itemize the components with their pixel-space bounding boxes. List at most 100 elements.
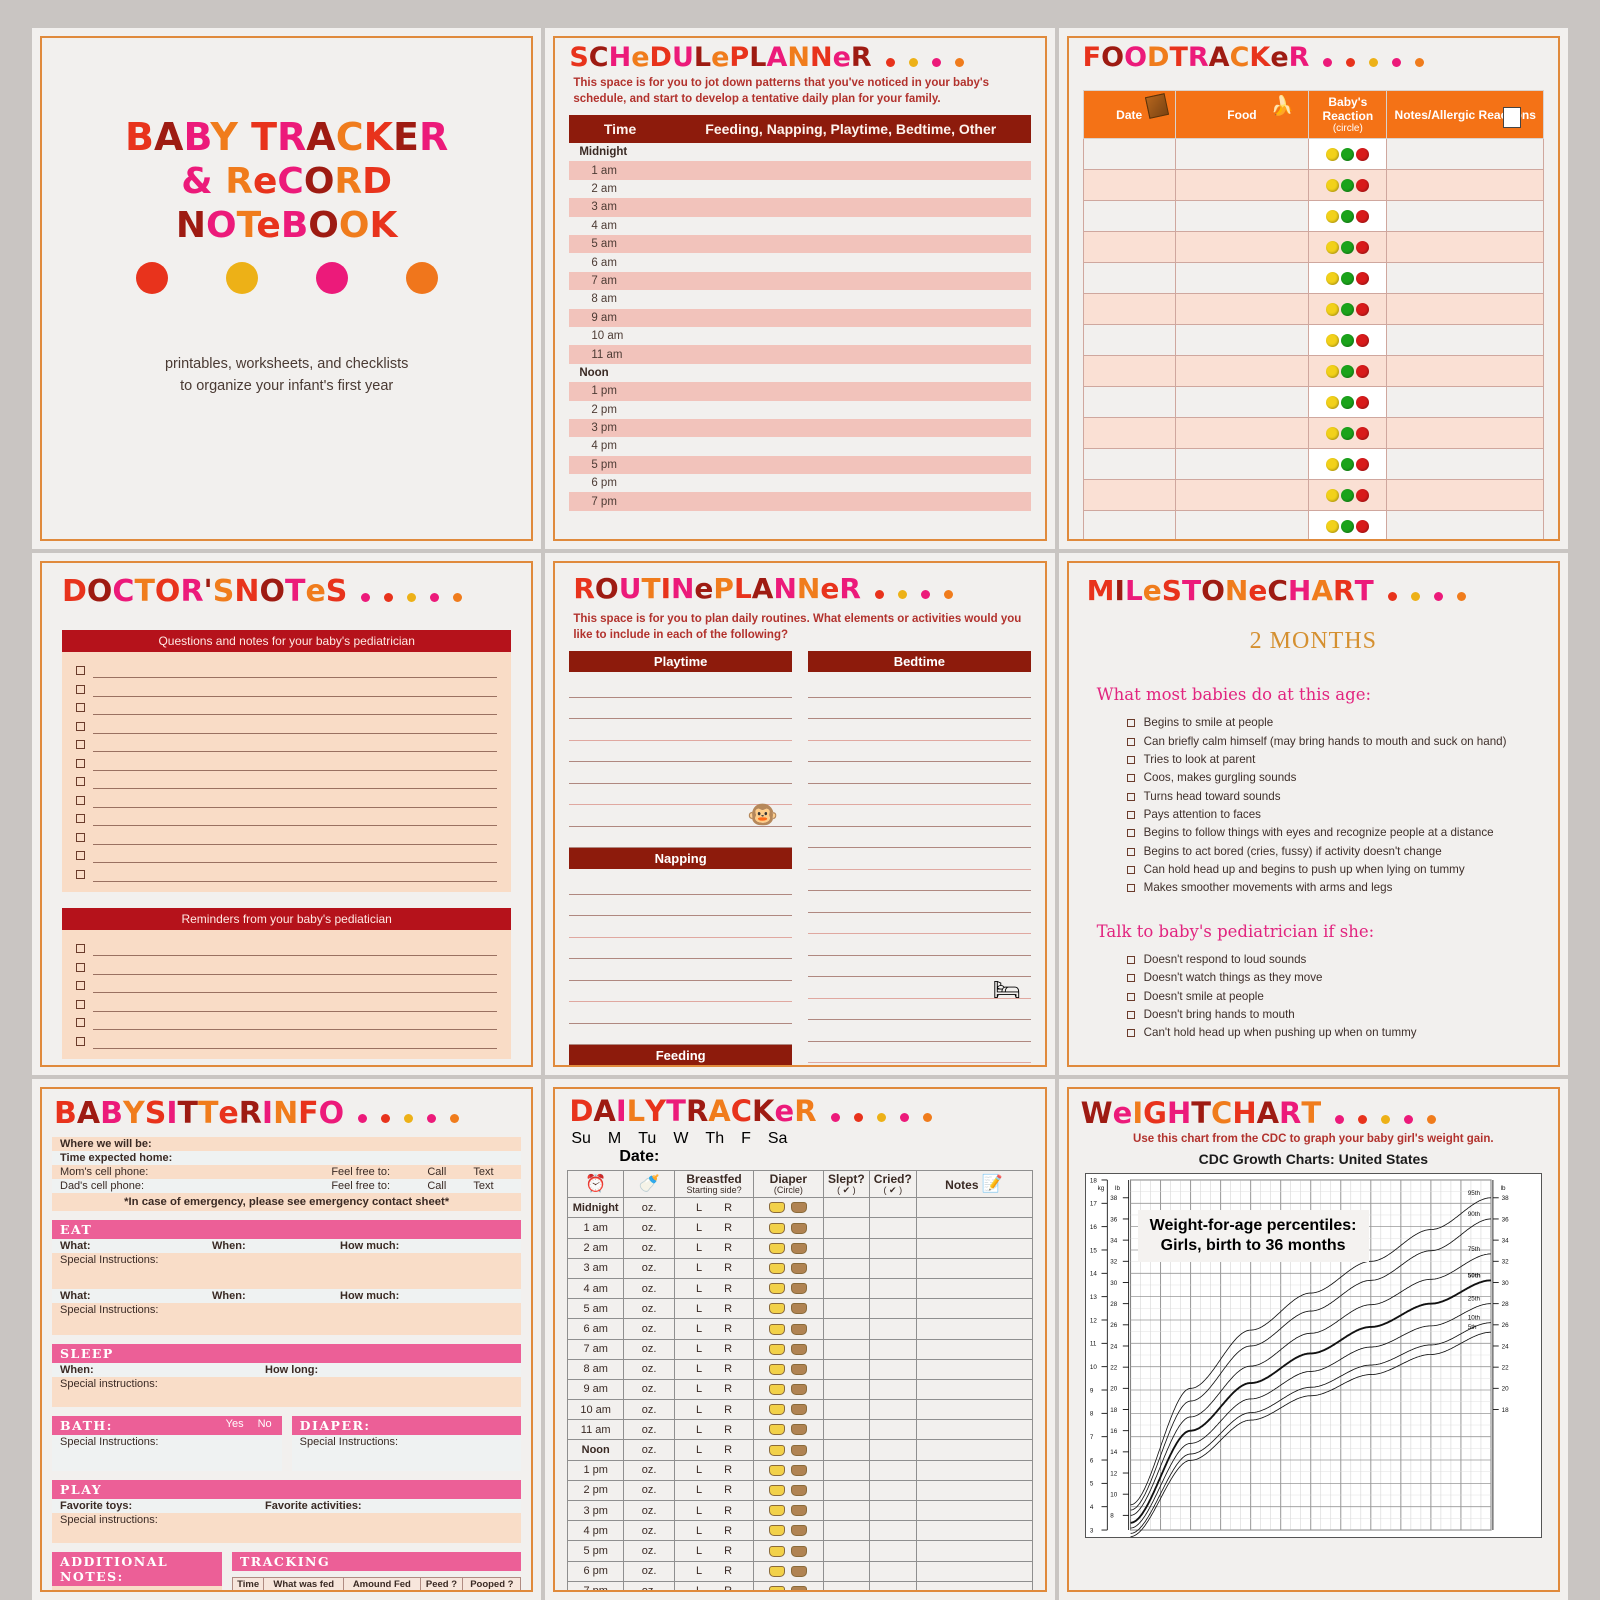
table-row[interactable]	[1082, 479, 1544, 511]
daily-breastfed-cell[interactable]: LR	[674, 1298, 755, 1320]
write-line[interactable]	[93, 714, 498, 716]
daily-diaper-cell[interactable]	[753, 1439, 824, 1461]
daily-diaper-cell[interactable]	[753, 1459, 824, 1481]
food-food-cell[interactable]	[1174, 138, 1310, 170]
breastfed-left-option[interactable]: L	[696, 1545, 702, 1557]
breastfed-right-option[interactable]: R	[724, 1444, 732, 1456]
daily-oz-cell[interactable]: oz.	[623, 1318, 676, 1340]
daily-notes-cell[interactable]	[915, 1580, 1033, 1590]
daily-breastfed-cell[interactable]: LR	[674, 1560, 755, 1582]
food-food-cell[interactable]	[1174, 293, 1310, 325]
breastfed-left-option[interactable]: L	[696, 1464, 702, 1476]
breastfed-right-option[interactable]: R	[724, 1262, 732, 1274]
breastfed-left-option[interactable]: L	[696, 1242, 702, 1254]
breastfed-left-option[interactable]: L	[696, 1424, 702, 1436]
table-row[interactable]: 2 am oz. L R	[567, 1237, 1033, 1259]
table-row[interactable]: 8 am	[569, 290, 1030, 308]
table-row[interactable]: 3 pm oz. L R	[567, 1499, 1033, 1522]
table-row[interactable]: 4 am	[569, 217, 1030, 235]
food-food-cell[interactable]	[1174, 479, 1310, 511]
food-food-cell[interactable]	[1174, 231, 1310, 263]
daily-cried-cell[interactable]	[869, 1580, 917, 1590]
table-row[interactable]: 9 am oz. L R	[567, 1378, 1033, 1401]
table-row[interactable]	[1082, 355, 1544, 387]
write-line[interactable]	[569, 938, 792, 960]
checklist-line[interactable]	[76, 938, 498, 957]
day-option-su[interactable]: Su	[571, 1130, 591, 1148]
sad-face-icon[interactable]	[1356, 240, 1370, 254]
daily-slept-cell[interactable]	[822, 1459, 871, 1481]
write-line[interactable]	[569, 1024, 792, 1046]
daily-cried-cell[interactable]	[869, 1277, 917, 1300]
doctors-notes-section1-lines[interactable]	[62, 651, 512, 892]
write-line[interactable]	[808, 999, 1031, 1021]
checkbox-icon[interactable]	[76, 981, 85, 991]
babysitter-bath-no[interactable]: No	[258, 1418, 272, 1433]
daily-diaper-cell[interactable]	[753, 1217, 824, 1239]
checklist-line[interactable]	[76, 715, 498, 734]
daily-cried-cell[interactable]	[869, 1520, 917, 1542]
daily-oz-cell[interactable]: oz.	[623, 1439, 676, 1461]
daily-breastfed-cell[interactable]: LR	[674, 1237, 755, 1259]
schedule-activity-cell[interactable]	[670, 308, 1031, 327]
write-line[interactable]	[808, 870, 1031, 892]
checkbox-icon[interactable]	[76, 740, 85, 750]
daily-cried-cell[interactable]	[869, 1560, 917, 1582]
table-row[interactable]	[1082, 138, 1544, 170]
food-notes-cell[interactable]	[1386, 200, 1544, 232]
checkbox-icon[interactable]	[76, 1018, 85, 1028]
daily-notes-cell[interactable]	[915, 1237, 1033, 1259]
breastfed-left-option[interactable]: L	[696, 1303, 702, 1315]
neutral-face-icon[interactable]	[1326, 519, 1340, 533]
food-notes-cell[interactable]	[1386, 448, 1544, 480]
table-row[interactable]: 4 am oz. L R	[567, 1277, 1033, 1300]
schedule-activity-cell[interactable]	[671, 217, 1031, 235]
schedule-activity-cell[interactable]	[671, 364, 1031, 382]
wet-diaper-icon[interactable]	[769, 1565, 786, 1577]
wet-diaper-icon[interactable]	[769, 1464, 786, 1476]
schedule-activity-cell[interactable]	[671, 143, 1031, 161]
daily-oz-cell[interactable]: oz.	[623, 1419, 676, 1441]
list-item[interactable]: Can briefly calm himself (may bring hand…	[1083, 735, 1544, 750]
babysitter-sleep-row[interactable]: When: How long:	[52, 1363, 522, 1378]
write-line[interactable]	[93, 1029, 498, 1031]
daily-slept-cell[interactable]	[822, 1439, 871, 1461]
daily-breastfed-cell[interactable]: LR	[674, 1419, 755, 1441]
checkbox-icon[interactable]	[1126, 992, 1135, 1001]
wet-diaper-icon[interactable]	[769, 1444, 786, 1456]
table-row[interactable]	[1082, 231, 1544, 263]
write-line[interactable]	[569, 719, 792, 741]
babysitter-dad-call-option[interactable]: Call	[427, 1180, 473, 1192]
write-line[interactable]	[569, 1002, 792, 1024]
checkbox-icon[interactable]	[76, 999, 85, 1009]
food-date-cell[interactable]	[1082, 169, 1176, 201]
daily-breastfed-cell[interactable]: LR	[674, 1439, 755, 1461]
food-food-cell[interactable]	[1174, 262, 1310, 294]
food-food-cell[interactable]	[1174, 386, 1310, 418]
daily-breastfed-cell[interactable]: LR	[674, 1217, 755, 1239]
daily-oz-cell[interactable]: oz.	[623, 1277, 676, 1300]
neutral-face-icon[interactable]	[1326, 488, 1340, 502]
write-line[interactable]	[569, 676, 792, 698]
daily-slept-cell[interactable]	[822, 1277, 871, 1300]
daily-slept-cell[interactable]	[822, 1378, 871, 1401]
checkbox-icon[interactable]	[76, 684, 85, 694]
list-item[interactable]: Can hold head up and begins to push up w…	[1083, 863, 1544, 878]
checkbox-icon[interactable]	[1126, 1011, 1135, 1020]
table-row[interactable]: 7 pm oz. L R	[567, 1580, 1033, 1590]
daily-cried-cell[interactable]	[869, 1399, 917, 1421]
wet-diaper-icon[interactable]	[769, 1202, 786, 1214]
doctors-notes-section2-lines[interactable]	[62, 929, 512, 1059]
table-row[interactable]: 5 am oz. L R	[567, 1298, 1033, 1320]
checklist-line[interactable]	[76, 826, 498, 845]
happy-face-icon[interactable]	[1341, 271, 1355, 285]
table-row[interactable]: 5 pm oz. L R	[567, 1540, 1033, 1562]
daily-oz-cell[interactable]: oz.	[623, 1499, 676, 1522]
wet-diaper-icon[interactable]	[769, 1525, 786, 1537]
food-date-cell[interactable]	[1082, 231, 1176, 263]
day-option-sa[interactable]: Sa	[768, 1130, 788, 1148]
write-line[interactable]	[569, 895, 792, 917]
breastfed-left-option[interactable]: L	[696, 1262, 702, 1274]
schedule-activity-cell[interactable]	[670, 418, 1031, 438]
daily-diaper-cell[interactable]	[753, 1479, 824, 1502]
